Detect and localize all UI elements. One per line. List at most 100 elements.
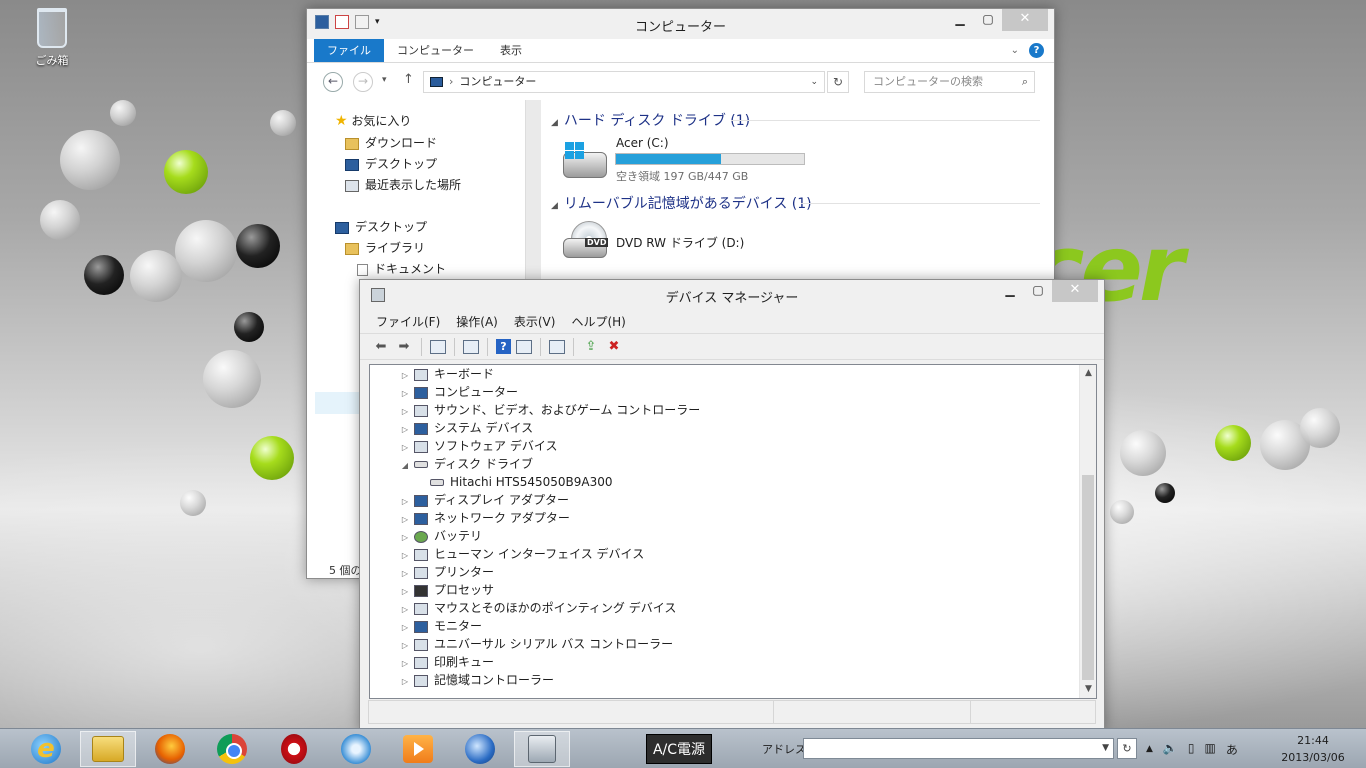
- taskbar-file-explorer[interactable]: [80, 731, 136, 767]
- collapse-icon[interactable]: ◢: [400, 457, 410, 475]
- taskbar-thunderbird[interactable]: [452, 731, 508, 767]
- nav-libraries[interactable]: ライブラリ: [345, 239, 425, 256]
- tree-category-item[interactable]: ▷ プリンター: [400, 563, 494, 581]
- tree-category-item[interactable]: ▷ ネットワーク アダプター: [400, 509, 570, 527]
- taskbar-safari[interactable]: [328, 731, 384, 767]
- taskbar-internet-explorer[interactable]: e: [18, 731, 74, 767]
- nav-favorites[interactable]: ★ お気に入り: [335, 112, 411, 129]
- recent-locations-icon[interactable]: ▾: [382, 75, 387, 85]
- tree-category-item[interactable]: ▷ キーボード: [400, 365, 494, 383]
- tree-scrollbar[interactable]: ▲ ▼: [1079, 365, 1096, 698]
- ribbon-expand-icon[interactable]: ⌄: [1011, 45, 1019, 56]
- tree-category-item[interactable]: ▷ ソフトウェア デバイス: [400, 437, 558, 455]
- tree-category-item[interactable]: ▷ モニター: [400, 617, 482, 635]
- menu-action[interactable]: 操作(A): [448, 313, 506, 330]
- help-icon[interactable]: ?: [496, 339, 511, 354]
- taskbar-opera[interactable]: [266, 731, 322, 767]
- address-toolbar-input[interactable]: ▼: [803, 738, 1114, 759]
- address-go-button[interactable]: ↻: [1117, 738, 1137, 759]
- back-arrow-icon[interactable]: ←: [323, 72, 343, 92]
- breadcrumb[interactable]: コンピューター: [459, 75, 536, 88]
- tree-category-item[interactable]: ◢ ディスク ドライブ: [400, 455, 533, 473]
- tab-view[interactable]: 表示: [487, 39, 535, 62]
- tree-category-item[interactable]: ▷ 印刷キュー: [400, 653, 494, 671]
- expand-icon[interactable]: ▷: [400, 673, 410, 691]
- taskbar-media-player[interactable]: [390, 731, 446, 767]
- device-tree[interactable]: ▲ ▼ ▷ キーボード ▷ コンピューター ▷ サウンド、ビデオ、およびゲーム コントロー…: [369, 364, 1097, 699]
- explorer-titlebar[interactable]: ▾ コンピューター ▁ ▢ ✕: [307, 9, 1054, 39]
- window-title: コンピューター: [634, 20, 726, 35]
- address-bar[interactable]: › コンピューター ⌄: [423, 71, 825, 93]
- nav-downloads[interactable]: ダウンロード: [345, 134, 437, 151]
- maximize-button[interactable]: ▢: [974, 9, 1002, 31]
- scan-hardware-icon[interactable]: [549, 339, 565, 354]
- volume-icon[interactable]: 🔈: [1163, 741, 1178, 758]
- tab-file[interactable]: ファイル: [314, 39, 384, 62]
- menu-view[interactable]: 表示(V): [506, 313, 564, 330]
- decor-bubble: [130, 250, 182, 302]
- recycle-bin[interactable]: ごみ箱: [22, 8, 82, 68]
- chevron-down-icon[interactable]: ⌄: [810, 72, 818, 92]
- hard-disk-icon: [430, 479, 444, 486]
- tree-item-label: ネットワーク アダプター: [434, 511, 570, 525]
- chevron-down-icon[interactable]: ▼: [1102, 739, 1109, 758]
- scroll-thumb[interactable]: [1082, 475, 1094, 680]
- minimize-button[interactable]: ▁: [946, 9, 974, 31]
- tree-category-item[interactable]: ▷ マウスとそのほかのポインティング デバイス: [400, 599, 676, 617]
- uninstall-device-icon[interactable]: ✖: [605, 338, 623, 356]
- action-pane-icon[interactable]: [516, 339, 532, 354]
- refresh-button[interactable]: ↻: [827, 71, 849, 93]
- tab-computer[interactable]: コンピューター: [384, 39, 487, 62]
- taskbar-device-manager[interactable]: [514, 731, 570, 767]
- tree-category-item[interactable]: ▷ ヒューマン インターフェイス デバイス: [400, 545, 644, 563]
- forward-arrow-icon[interactable]: →: [353, 72, 373, 92]
- devmgr-titlebar[interactable]: デバイス マネージャー ▁ ▢ ✕: [360, 280, 1104, 309]
- minimize-button[interactable]: ▁: [996, 280, 1024, 302]
- close-button[interactable]: ✕: [1002, 9, 1048, 31]
- tree-device-item[interactable]: Hitachi HTS545050B9A300: [430, 473, 613, 491]
- search-input[interactable]: コンピューターの検索 ⌕: [864, 71, 1035, 93]
- scroll-up-icon[interactable]: ▲: [1080, 365, 1096, 382]
- tree-category-item[interactable]: ▷ システム デバイス: [400, 419, 533, 437]
- tree-category-item[interactable]: ▷ ディスプレイ アダプター: [400, 491, 569, 509]
- recycle-bin-icon: [37, 8, 67, 48]
- search-icon[interactable]: ⌕: [1022, 72, 1028, 92]
- group-hdd-header[interactable]: ◢ ハード ディスク ドライブ (1): [551, 110, 750, 130]
- close-button[interactable]: ✕: [1052, 280, 1098, 302]
- scroll-down-icon[interactable]: ▼: [1080, 681, 1096, 698]
- menu-help[interactable]: ヘルプ(H): [563, 313, 633, 330]
- nav-desktop-favorite[interactable]: デスクトップ: [345, 155, 437, 172]
- decor-bubble: [164, 150, 208, 194]
- nav-documents[interactable]: ドキュメント: [357, 260, 446, 277]
- tree-category-item[interactable]: ▷ プロセッサ: [400, 581, 494, 599]
- media-player-icon: [403, 735, 433, 763]
- decor-bubble: [236, 224, 280, 268]
- device-manager-window[interactable]: デバイス マネージャー ▁ ▢ ✕ ファイル(F) 操作(A) 表示(V) ヘル…: [359, 279, 1105, 731]
- clock[interactable]: 21:44 2013/03/06: [1268, 732, 1358, 766]
- tree-item-label: サウンド、ビデオ、およびゲーム コントローラー: [434, 403, 701, 417]
- nav-recent-places[interactable]: 最近表示した場所: [345, 176, 461, 193]
- taskbar-chrome[interactable]: [204, 731, 260, 767]
- update-driver-icon[interactable]: ⇪: [582, 338, 600, 356]
- tree-category-item[interactable]: ▷ サウンド、ビデオ、およびゲーム コントローラー: [400, 401, 700, 419]
- taskbar-firefox[interactable]: [142, 731, 198, 767]
- tree-category-item[interactable]: ▷ バッテリ: [400, 527, 482, 545]
- show-hidden-icons-icon[interactable]: ▲: [1146, 741, 1153, 758]
- ac-power-button[interactable]: A/C電源: [646, 734, 712, 764]
- properties-icon[interactable]: [463, 339, 479, 354]
- menu-file[interactable]: ファイル(F): [368, 313, 448, 330]
- up-arrow-icon[interactable]: ↑: [403, 72, 414, 87]
- nav-desktop[interactable]: デスクトップ: [335, 218, 427, 235]
- forward-arrow-icon[interactable]: ➡: [395, 338, 413, 356]
- tree-category-item[interactable]: ▷ コンピューター: [400, 383, 518, 401]
- help-icon[interactable]: ?: [1029, 43, 1044, 58]
- back-arrow-icon[interactable]: ⬅: [372, 338, 390, 356]
- battery-icon[interactable]: ▯: [1188, 741, 1195, 758]
- network-icon[interactable]: ▥: [1204, 741, 1215, 758]
- ime-mode-icon[interactable]: あ: [1226, 741, 1238, 758]
- group-removable-header[interactable]: ◢ リムーバブル記憶域があるデバイス (1): [551, 193, 812, 213]
- show-hide-console-tree-icon[interactable]: [430, 339, 446, 354]
- tree-category-item[interactable]: ▷ ユニバーサル シリアル バス コントローラー: [400, 635, 673, 653]
- maximize-button[interactable]: ▢: [1024, 280, 1052, 302]
- tree-category-item[interactable]: ▷ 記憶域コントローラー: [400, 671, 554, 689]
